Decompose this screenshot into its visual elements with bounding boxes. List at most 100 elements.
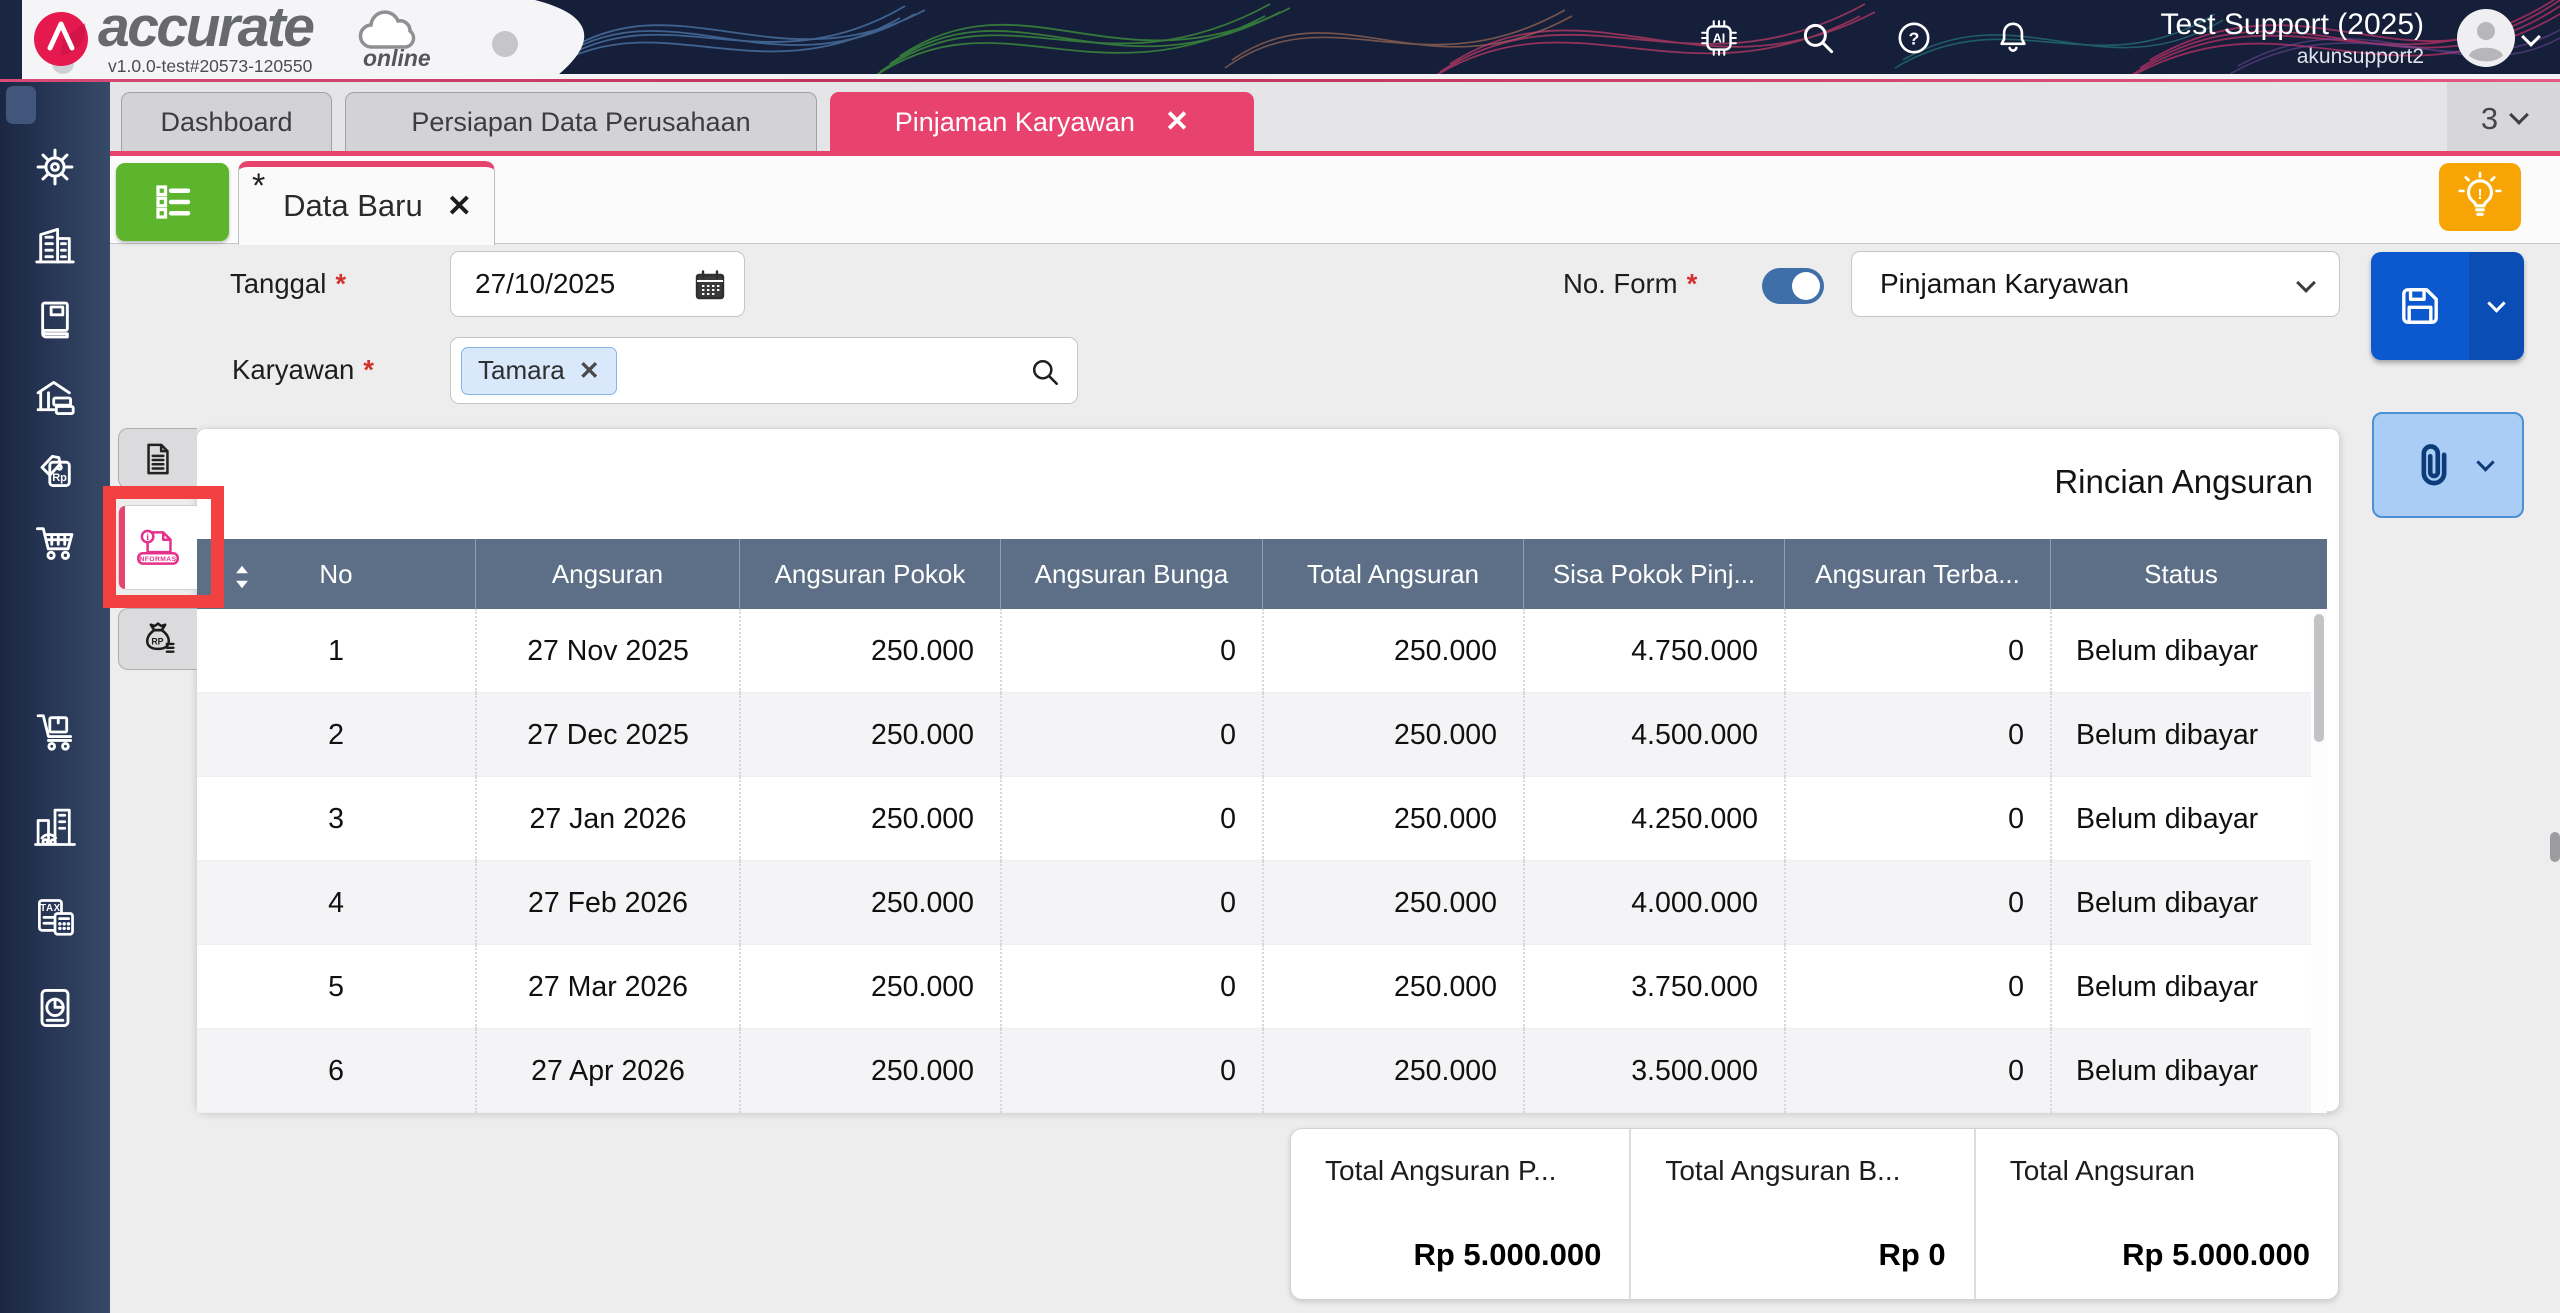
karyawan-input[interactable]: Tamara ✕ — [450, 337, 1078, 404]
accurate-logo-icon[interactable] — [33, 11, 89, 67]
save-icon — [2402, 288, 2438, 324]
user-block[interactable]: Test Support (2025) akunsupport2 — [2080, 6, 2424, 70]
journal-book-icon[interactable] — [29, 294, 81, 346]
column-header[interactable]: Status — [2050, 539, 2311, 609]
user-account: akunsupport2 — [2296, 45, 2424, 68]
tab-close-icon[interactable]: ✕ — [1165, 107, 1189, 137]
fixed-assets-icon[interactable] — [29, 801, 81, 853]
table-row[interactable]: 6 27 Apr 2026 250.000 0 250.000 3.500.000 0 Bel… — [197, 1029, 2311, 1113]
total-label: Total Angsuran B... — [1665, 1155, 1901, 1186]
help-icon[interactable]: ? — [1893, 17, 1935, 59]
avatar-person-icon — [2469, 22, 2503, 62]
active-tab-indicator — [119, 506, 125, 589]
svg-text:INFORMASI: INFORMASI — [137, 555, 179, 562]
table-cell: 27 Jan 2026 — [475, 777, 739, 861]
inventory-trolley-icon[interactable] — [29, 706, 81, 758]
table-row[interactable]: 3 27 Jan 2026 250.000 0 250.000 4.250.000 0 Bel… — [197, 777, 2311, 861]
subtab-close-icon[interactable]: ✕ — [447, 189, 472, 224]
notifications-icon[interactable] — [1992, 17, 2034, 59]
tab-label: Pinjaman Karyawan — [894, 106, 1135, 137]
chip-close-icon[interactable]: ✕ — [579, 356, 600, 386]
karyawan-chip[interactable]: Tamara ✕ — [461, 346, 617, 395]
toggle-knob — [1792, 272, 1820, 300]
chip-label: Tamara — [478, 355, 565, 385]
tab-label: Dashboard — [160, 107, 293, 137]
table-cell: 27 Feb 2026 — [475, 861, 739, 945]
document-icon — [147, 443, 169, 474]
required-marker: * — [1686, 268, 1698, 299]
company-icon[interactable] — [29, 219, 81, 271]
column-header[interactable]: Angsuran Bunga — [1000, 539, 1262, 609]
save-split-button[interactable] — [2371, 252, 2524, 360]
subtab-data-baru[interactable]: * Data Baru ✕ — [238, 161, 495, 245]
chevron-down-icon — [2296, 273, 2316, 293]
svg-text:i: i — [146, 533, 149, 543]
table-cell: 250.000 — [1262, 693, 1523, 777]
table-scrollbar-thumb[interactable] — [2314, 614, 2324, 742]
tab-overflow-button[interactable]: 3 — [2447, 82, 2560, 156]
calendar-icon[interactable] — [692, 267, 728, 303]
table-row[interactable]: 1 27 Nov 2025 250.000 0 250.000 4.750.000 0 Bel… — [197, 609, 2311, 693]
cash-bank-icon[interactable] — [29, 372, 81, 424]
unsaved-marker: * — [252, 167, 266, 205]
table-cell: 0 — [1784, 777, 2050, 861]
table-cell: 250.000 — [739, 1029, 1000, 1113]
side-tab-detail[interactable] — [118, 428, 197, 489]
record-list-button[interactable] — [116, 163, 229, 241]
table-cell: 250.000 — [1262, 609, 1523, 693]
column-header[interactable]: Angsuran — [475, 539, 739, 609]
search-icon[interactable] — [1797, 17, 1839, 59]
table-cell: 250.000 — [1262, 861, 1523, 945]
table-cell: 4.250.000 — [1523, 777, 1784, 861]
reports-icon[interactable] — [29, 982, 81, 1034]
installment-table-body: 1 27 Nov 2025 250.000 0 250.000 4.750.000 0 Bel… — [197, 609, 2311, 1113]
settings-icon[interactable] — [29, 141, 81, 193]
table-row[interactable]: 2 27 Dec 2025 250.000 0 250.000 4.500.000 0 Bel… — [197, 693, 2311, 777]
tab-persiapan-data-perusahaan[interactable]: Persiapan Data Perusahaan — [345, 92, 817, 152]
table-cell: 6 — [328, 1054, 344, 1087]
table-cell: 250.000 — [739, 945, 1000, 1029]
svg-text:?: ? — [1909, 28, 1920, 48]
column-header[interactable]: Angsuran Pokok — [739, 539, 1000, 609]
side-tab-pembayaran[interactable]: RP — [118, 608, 197, 670]
table-cell: 27 Nov 2025 — [475, 609, 739, 693]
side-tab-informasi[interactable]: i INFORMASI — [118, 505, 197, 590]
no-form-toggle[interactable] — [1762, 268, 1824, 304]
total-value: Rp 5.000.000 — [1413, 1237, 1602, 1272]
column-header[interactable]: Sisa Pokok Pinj... — [1523, 539, 1784, 609]
ai-icon[interactable]: AI — [1698, 17, 1740, 59]
table-row[interactable]: 5 27 Mar 2026 250.000 0 250.000 3.750.000 0 Bel… — [197, 945, 2311, 1029]
sales-rp-tag-icon[interactable]: Rp — [29, 444, 81, 496]
required-marker: * — [363, 354, 374, 385]
tanggal-input[interactable]: 27/10/2025 — [450, 251, 745, 317]
required-marker: * — [335, 268, 347, 299]
column-header[interactable]: Angsuran Terba... — [1784, 539, 2050, 609]
page-scrollbar-thumb[interactable] — [2550, 832, 2560, 862]
hint-button[interactable]: ! — [2439, 163, 2521, 231]
no-form-select[interactable]: Pinjaman Karyawan — [1851, 251, 2340, 317]
panel-title: Rincian Angsuran — [2054, 463, 2313, 500]
table-cell: 4.750.000 — [1523, 609, 1784, 693]
tab-pinjaman-karyawan[interactable]: Pinjaman Karyawan ✕ — [830, 92, 1254, 152]
sort-icon[interactable] — [231, 563, 253, 591]
topbar-accent-line — [0, 79, 2560, 82]
app-window: accurate online v1.0.0-test#20573-120550… — [0, 0, 2560, 1313]
avatar[interactable] — [2457, 9, 2515, 67]
save-button[interactable] — [2371, 252, 2469, 360]
sidebar-scroll-nub[interactable] — [6, 86, 36, 124]
table-row[interactable]: 4 27 Feb 2026 250.000 0 250.000 4.000.000 0 Bel… — [197, 861, 2311, 945]
save-options-button[interactable] — [2469, 252, 2524, 360]
tab-dashboard[interactable]: Dashboard — [121, 92, 332, 152]
table-cell: Belum dibayar — [2050, 693, 2311, 777]
search-icon[interactable] — [1027, 354, 1063, 390]
table-cell: 4.500.000 — [1523, 693, 1784, 777]
tax-icon[interactable]: TAX — [29, 892, 81, 944]
paperclip-icon — [2421, 444, 2446, 486]
purchase-cart-icon[interactable] — [29, 517, 81, 569]
table-cell: Belum dibayar — [2050, 945, 2311, 1029]
attachment-button[interactable] — [2372, 412, 2524, 518]
table-cell: 0 — [1784, 945, 2050, 1029]
table-cell: 0 — [1784, 861, 2050, 945]
column-header[interactable]: Total Angsuran — [1262, 539, 1523, 609]
topbar-left-edge — [0, 0, 22, 79]
